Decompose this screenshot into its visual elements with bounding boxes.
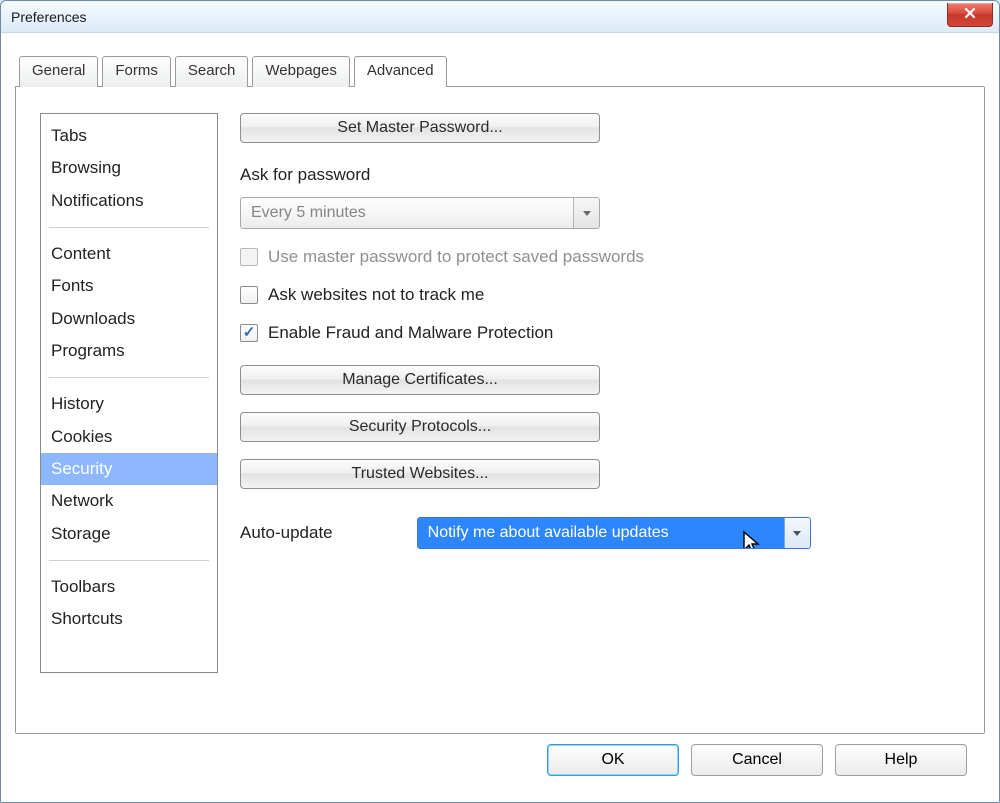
sidebar-item-browsing[interactable]: Browsing: [41, 152, 217, 184]
fraud-protection-checkbox[interactable]: ✓ Enable Fraud and Malware Protection: [240, 323, 960, 343]
sidebar-item-programs[interactable]: Programs: [41, 335, 217, 367]
checkbox-checked-icon: ✓: [240, 324, 258, 342]
do-not-track-label: Ask websites not to track me: [268, 285, 484, 305]
advanced-sidebar: Tabs Browsing Notifications Content Font…: [40, 113, 218, 673]
tab-forms[interactable]: Forms: [102, 56, 171, 87]
sidebar-item-history[interactable]: History: [41, 388, 217, 420]
sidebar-item-tabs[interactable]: Tabs: [41, 120, 217, 152]
set-master-password-button[interactable]: Set Master Password...: [240, 113, 600, 143]
sidebar-separator: [49, 560, 209, 561]
security-pane: Set Master Password... Ask for password …: [240, 113, 960, 709]
sidebar-item-network[interactable]: Network: [41, 485, 217, 517]
auto-update-row: Auto-update Notify me about available up…: [240, 517, 960, 549]
do-not-track-checkbox[interactable]: Ask websites not to track me: [240, 285, 960, 305]
tab-search[interactable]: Search: [175, 56, 249, 87]
advanced-panel: Tabs Browsing Notifications Content Font…: [15, 86, 985, 734]
auto-update-label: Auto-update: [240, 523, 333, 543]
sidebar-item-content[interactable]: Content: [41, 238, 217, 270]
fraud-protection-label: Enable Fraud and Malware Protection: [268, 323, 553, 343]
tab-webpages[interactable]: Webpages: [252, 56, 349, 87]
close-icon: [963, 6, 977, 24]
tabstrip: General Forms Search Webpages Advanced: [15, 55, 985, 86]
manage-certificates-button[interactable]: Manage Certificates...: [240, 365, 600, 395]
trusted-websites-button[interactable]: Trusted Websites...: [240, 459, 600, 489]
sidebar-separator: [49, 227, 209, 228]
close-button[interactable]: [947, 3, 993, 27]
use-master-password-checkbox[interactable]: Use master password to protect saved pas…: [240, 247, 960, 267]
auto-update-combobox[interactable]: Notify me about available updates: [417, 517, 811, 549]
ask-password-label: Ask for password: [240, 165, 960, 185]
sidebar-item-storage[interactable]: Storage: [41, 518, 217, 550]
ask-password-value: Every 5 minutes: [241, 198, 573, 228]
sidebar-item-notifications[interactable]: Notifications: [41, 185, 217, 217]
sidebar-item-toolbars[interactable]: Toolbars: [41, 571, 217, 603]
titlebar: Preferences: [1, 1, 999, 33]
cancel-button[interactable]: Cancel: [691, 744, 823, 776]
help-button[interactable]: Help: [835, 744, 967, 776]
tab-general[interactable]: General: [19, 56, 98, 87]
tab-advanced[interactable]: Advanced: [354, 56, 447, 87]
sidebar-item-shortcuts[interactable]: Shortcuts: [41, 603, 217, 635]
ok-button[interactable]: OK: [547, 744, 679, 776]
sidebar-separator: [49, 377, 209, 378]
security-protocols-button[interactable]: Security Protocols...: [240, 412, 600, 442]
checkbox-icon: [240, 286, 258, 304]
sidebar-item-fonts[interactable]: Fonts: [41, 270, 217, 302]
chevron-down-icon: [784, 518, 810, 548]
ask-password-combobox[interactable]: Every 5 minutes: [240, 197, 600, 229]
dialog-buttons: OK Cancel Help: [15, 734, 985, 790]
preferences-window: Preferences General Forms Search Webpage…: [0, 0, 1000, 803]
chevron-down-icon: [573, 198, 599, 228]
client-area: General Forms Search Webpages Advanced T…: [1, 33, 999, 802]
sidebar-item-downloads[interactable]: Downloads: [41, 303, 217, 335]
auto-update-value: Notify me about available updates: [418, 518, 784, 548]
window-title: Preferences: [11, 9, 86, 25]
sidebar-item-cookies[interactable]: Cookies: [41, 421, 217, 453]
sidebar-item-security[interactable]: Security: [41, 453, 217, 485]
use-master-password-label: Use master password to protect saved pas…: [268, 247, 644, 267]
checkbox-icon: [240, 248, 258, 266]
